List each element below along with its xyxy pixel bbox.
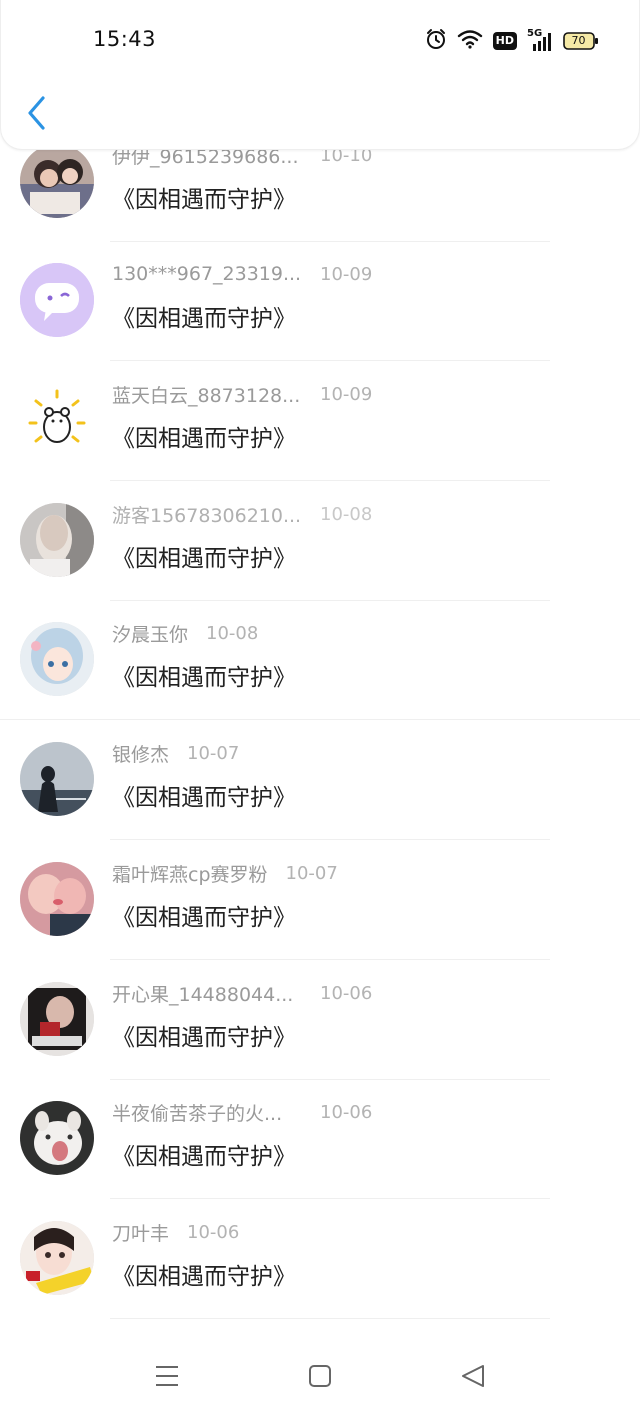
username[interactable]: 游客15678306210...: [112, 501, 302, 528]
comment-text: 《因相遇而守护》: [112, 187, 296, 213]
avatar[interactable]: [20, 1221, 94, 1295]
comment-text: 《因相遇而守护》: [112, 1025, 296, 1051]
list-item[interactable]: 蓝天白云_8873128... 10-09 《因相遇而守护》: [0, 361, 640, 481]
list-item[interactable]: 开心果_14488044... 10-06 《因相遇而守护》: [0, 960, 640, 1080]
comment-text: 《因相遇而守护》: [112, 546, 296, 572]
back-nav-button[interactable]: [453, 1356, 493, 1396]
comment-text: 《因相遇而守护》: [112, 306, 296, 332]
avatar[interactable]: [20, 1101, 94, 1175]
5g-signal-icon: 5G: [527, 28, 553, 52]
top-bar: 15:43 HD 5G 70: [0, 0, 640, 150]
home-button[interactable]: [300, 1356, 340, 1396]
avatar[interactable]: [20, 144, 94, 218]
comment-date: 10-09: [320, 263, 373, 285]
comment-date: 10-08: [206, 622, 259, 644]
avatar[interactable]: [20, 383, 94, 457]
list-item[interactable]: 霜叶辉燕cp赛罗粉 10-07 《因相遇而守护》: [0, 840, 640, 960]
avatar[interactable]: [20, 622, 94, 696]
menu-button[interactable]: [147, 1356, 187, 1396]
alarm-icon: [425, 28, 447, 54]
list-item[interactable]: 刀叶丰 10-06 《因相遇而守护》: [0, 1199, 640, 1319]
wifi-icon: [457, 29, 483, 53]
avatar[interactable]: [20, 982, 94, 1056]
comment-date: 10-06: [320, 982, 373, 1004]
status-time: 15:43: [93, 27, 157, 51]
hd-icon: HD: [492, 32, 517, 50]
comment-date: 10-06: [187, 1221, 240, 1243]
back-triangle-icon: [462, 1365, 484, 1387]
list-item[interactable]: 130***967_23319... 10-09 《因相遇而守护》: [0, 241, 640, 361]
avatar[interactable]: [20, 862, 94, 936]
home-square-icon: [309, 1365, 331, 1387]
comment-date: 10-06: [320, 1101, 373, 1123]
list-item[interactable]: 游客15678306210... 10-08 《因相遇而守护》: [0, 481, 640, 601]
system-nav-bar: [0, 1332, 640, 1422]
comment-date: 10-09: [320, 383, 373, 405]
comment-text: 《因相遇而守护》: [112, 1144, 296, 1170]
avatar[interactable]: [20, 503, 94, 577]
menu-icon: [156, 1366, 178, 1386]
list-item[interactable]: 银修杰 10-07 《因相遇而守护》: [0, 720, 640, 840]
username[interactable]: 银修杰: [112, 740, 169, 767]
comment-text: 《因相遇而守护》: [112, 785, 296, 811]
avatar[interactable]: [20, 263, 94, 337]
username[interactable]: 半夜偷苦茶子的火...: [112, 1099, 302, 1126]
comment-text: 《因相遇而守护》: [112, 905, 296, 931]
avatar[interactable]: [20, 742, 94, 816]
comment-text: 《因相遇而守护》: [112, 1264, 296, 1290]
username[interactable]: 130***967_23319...: [112, 263, 302, 285]
comment-date: 10-08: [320, 503, 373, 525]
username[interactable]: 霜叶辉燕cp赛罗粉: [112, 860, 268, 887]
username[interactable]: 刀叶丰: [112, 1219, 169, 1246]
status-icons: HD 5G 70: [425, 28, 599, 54]
comment-date: 10-07: [285, 862, 338, 884]
list-item[interactable]: 半夜偷苦茶子的火... 10-06 《因相遇而守护》: [0, 1079, 640, 1199]
divider: [110, 1318, 550, 1319]
username[interactable]: 汐晨玉你: [112, 620, 188, 647]
list-item[interactable]: 汐晨玉你 10-08 《因相遇而守护》: [0, 600, 640, 720]
comment-text: 《因相遇而守护》: [112, 426, 296, 452]
username[interactable]: 蓝天白云_8873128...: [112, 381, 302, 408]
username[interactable]: 开心果_14488044...: [112, 980, 302, 1007]
battery-icon: 70: [563, 32, 599, 50]
back-button[interactable]: [21, 93, 55, 133]
comment-date: 10-07: [187, 742, 240, 764]
battery-level: 70: [571, 34, 586, 47]
chevron-left-icon: [28, 96, 45, 130]
comment-text: 《因相遇而守护》: [112, 665, 296, 691]
screen: 伊伊_9615239686... 10-10 《因相遇而守护》 130***96…: [0, 0, 640, 1422]
